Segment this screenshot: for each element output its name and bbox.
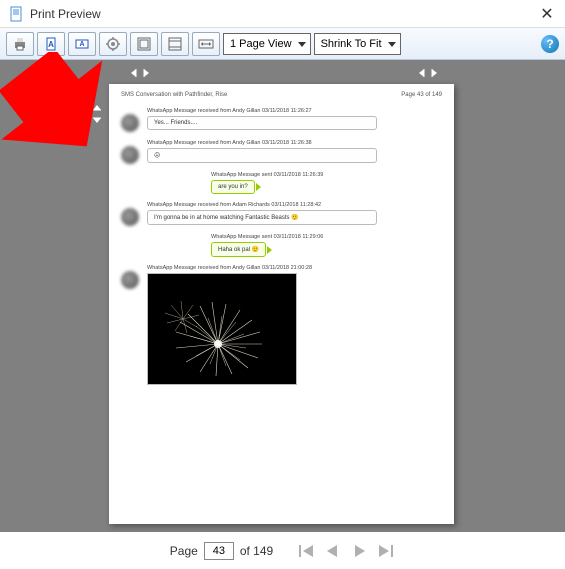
message-meta: WhatsApp Message sent 03/11/2018 11:26:3… — [211, 172, 442, 178]
avatar — [121, 271, 139, 289]
message-bubble: are you in? — [211, 180, 255, 194]
portrait-button[interactable]: A — [37, 32, 65, 56]
close-button[interactable]: ✕ — [537, 4, 557, 24]
margin-handle-top-left[interactable] — [130, 66, 150, 80]
preview-viewport: SMS Conversation with Pathfinder, Rise P… — [0, 60, 565, 532]
pager-label-of: of 149 — [240, 544, 273, 558]
titlebar: Print Preview ✕ — [0, 0, 565, 28]
first-page-button[interactable] — [297, 543, 317, 559]
settings-button[interactable] — [99, 32, 127, 56]
page-view-select[interactable]: 1 Page View — [223, 33, 311, 55]
avatar — [121, 114, 139, 132]
message-received: WhatsApp Message received from Adam Rich… — [121, 202, 442, 226]
landscape-button[interactable]: A — [68, 32, 96, 56]
margin-handle-top-right[interactable] — [418, 66, 438, 80]
message-meta: WhatsApp Message sent 03/11/2018 11:29:0… — [211, 234, 442, 240]
message-meta: WhatsApp Message received from Andy Gill… — [147, 108, 442, 114]
svg-text:A: A — [79, 41, 84, 48]
toolbar: A A 1 Page View Shrink To Fit ? — [0, 28, 565, 60]
last-page-button[interactable] — [375, 543, 395, 559]
message-sent: WhatsApp Message sent 03/11/2018 11:29:0… — [211, 234, 442, 257]
message-bubble: Haha ok pal 🙂 — [211, 242, 266, 257]
doc-header-left: SMS Conversation with Pathfinder, Rise — [121, 92, 227, 98]
message-received: WhatsApp Message received from Andy Gill… — [121, 140, 442, 164]
message-meta: WhatsApp Message received from Andy Gill… — [147, 140, 442, 146]
message-sent: WhatsApp Message sent 03/11/2018 11:26:3… — [211, 172, 442, 194]
avatar — [121, 208, 139, 226]
message-bubble: I'm gonna be in at home watching Fantast… — [147, 210, 377, 225]
message-meta: WhatsApp Message received from Andy Gill… — [147, 265, 442, 271]
message-meta: WhatsApp Message received from Adam Rich… — [147, 202, 442, 208]
message-bubble: ☹ — [147, 148, 377, 163]
message-received: WhatsApp Message received from Andy Gill… — [121, 265, 442, 385]
pager: Page of 149 — [0, 532, 565, 569]
page-number-input[interactable] — [204, 542, 234, 560]
help-button[interactable]: ? — [541, 35, 559, 53]
header-footer-button[interactable] — [161, 32, 189, 56]
svg-text:A: A — [48, 40, 54, 49]
next-page-button[interactable] — [349, 543, 369, 559]
message-received: WhatsApp Message received from Andy Gill… — [121, 108, 442, 132]
sent-arrow-icon — [256, 183, 261, 191]
zoom-label: Shrink To Fit — [321, 38, 382, 50]
print-button[interactable] — [6, 32, 34, 56]
margins-button[interactable] — [130, 32, 158, 56]
doc-header-right: Page 43 of 149 — [401, 92, 442, 98]
message-image — [147, 273, 297, 385]
pager-label-page: Page — [170, 544, 198, 558]
margin-handle-left-top[interactable] — [90, 104, 104, 124]
document-icon — [8, 6, 24, 22]
full-width-button[interactable] — [192, 32, 220, 56]
prev-page-button[interactable] — [323, 543, 343, 559]
zoom-select[interactable]: Shrink To Fit — [314, 33, 401, 55]
window-title: Print Preview — [30, 7, 537, 21]
message-bubble: Yes... Friends.... — [147, 116, 377, 130]
page-view-label: 1 Page View — [230, 38, 292, 50]
avatar — [121, 146, 139, 164]
sent-arrow-icon — [267, 246, 272, 254]
page-preview: SMS Conversation with Pathfinder, Rise P… — [109, 84, 454, 524]
